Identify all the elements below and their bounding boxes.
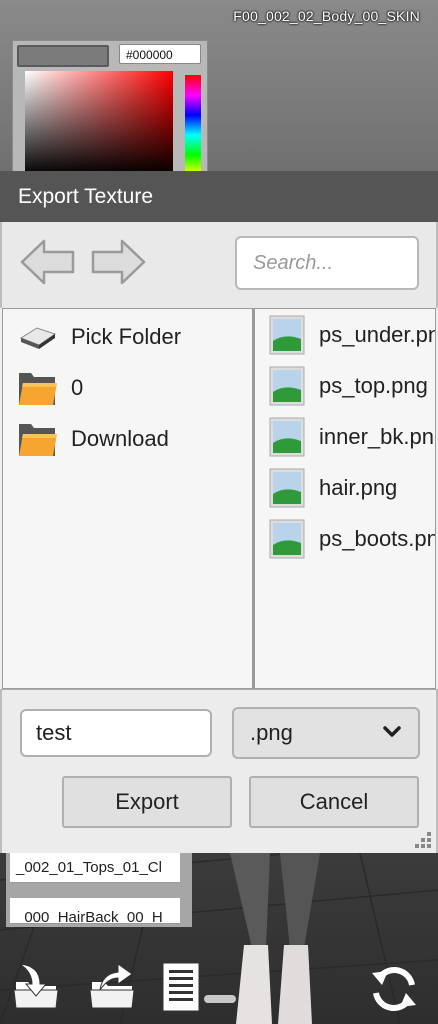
dialog-toolbar	[0, 222, 438, 308]
chevron-down-icon	[383, 726, 401, 737]
filetype-value: .png	[250, 720, 293, 745]
folder-list: Pick Folder 0 Download	[2, 308, 253, 689]
hex-input[interactable]: #000000	[119, 44, 201, 64]
image-file-icon	[269, 468, 305, 508]
export-button[interactable]: Export	[62, 776, 232, 828]
folder-item-pick-folder[interactable]: Pick Folder	[17, 315, 181, 359]
image-file-icon	[269, 315, 305, 355]
file-label: hair.png	[319, 475, 398, 500]
handle-bar[interactable]	[204, 995, 236, 1003]
folder-item-download[interactable]: Download	[17, 417, 169, 461]
hue-slider[interactable]	[185, 75, 201, 175]
image-file-icon	[269, 366, 305, 406]
color-swatch[interactable]	[17, 45, 109, 67]
document-icon[interactable]	[160, 960, 204, 1014]
folder-label: 0	[71, 375, 84, 400]
file-item[interactable]: hair.png	[269, 466, 397, 510]
resize-grip-icon[interactable]	[412, 829, 434, 851]
refresh-icon[interactable]	[368, 963, 420, 1015]
character-legs	[230, 853, 320, 1024]
model-name-label: F00_002_02_Body_00_SKIN	[233, 8, 420, 24]
forward-arrow-icon[interactable]	[90, 238, 146, 286]
layer-item[interactable]: _000_HairBack_00_H	[10, 898, 180, 924]
image-file-icon	[269, 417, 305, 457]
file-item[interactable]: ps_under.png	[269, 313, 435, 357]
folder-label: Download	[71, 426, 169, 451]
import-icon[interactable]	[10, 960, 62, 1012]
image-file-icon	[269, 519, 305, 559]
file-label: ps_under.png	[319, 322, 435, 347]
file-label: inner_bk.png	[319, 424, 436, 449]
filetype-select[interactable]: .png	[232, 707, 420, 759]
color-picker[interactable]: #000000	[12, 40, 208, 178]
file-item[interactable]: ps_top.png	[269, 364, 428, 408]
file-label: ps_boots.png	[319, 526, 435, 551]
dialog-footer: .png Export Cancel	[0, 689, 438, 853]
export-icon[interactable]	[86, 960, 138, 1012]
filename-input[interactable]	[20, 709, 212, 757]
export-texture-dialog: Export Texture Pick Folder	[0, 171, 438, 853]
file-item[interactable]: ps_boots.png	[269, 517, 435, 561]
folder-icon	[19, 424, 57, 456]
file-list: ps_under.png ps_top.png inner_bk.png	[253, 308, 436, 689]
file-browser: Pick Folder 0 Download ps_under.p ps_top…	[0, 308, 438, 689]
saturation-value-area[interactable]	[25, 71, 173, 175]
folder-item-0[interactable]: 0	[17, 366, 83, 410]
layer-item[interactable]: _002_01_Tops_01_Cl	[10, 853, 180, 883]
back-arrow-icon[interactable]	[20, 238, 76, 286]
drive-icon	[19, 327, 57, 349]
file-item[interactable]: inner_bk.png	[269, 415, 436, 459]
cancel-button[interactable]: Cancel	[249, 776, 419, 828]
search-input[interactable]	[235, 236, 419, 290]
file-label: ps_top.png	[319, 373, 428, 398]
folder-icon	[19, 373, 57, 405]
dialog-title: Export Texture	[0, 171, 438, 222]
folder-label: Pick Folder	[71, 324, 182, 349]
